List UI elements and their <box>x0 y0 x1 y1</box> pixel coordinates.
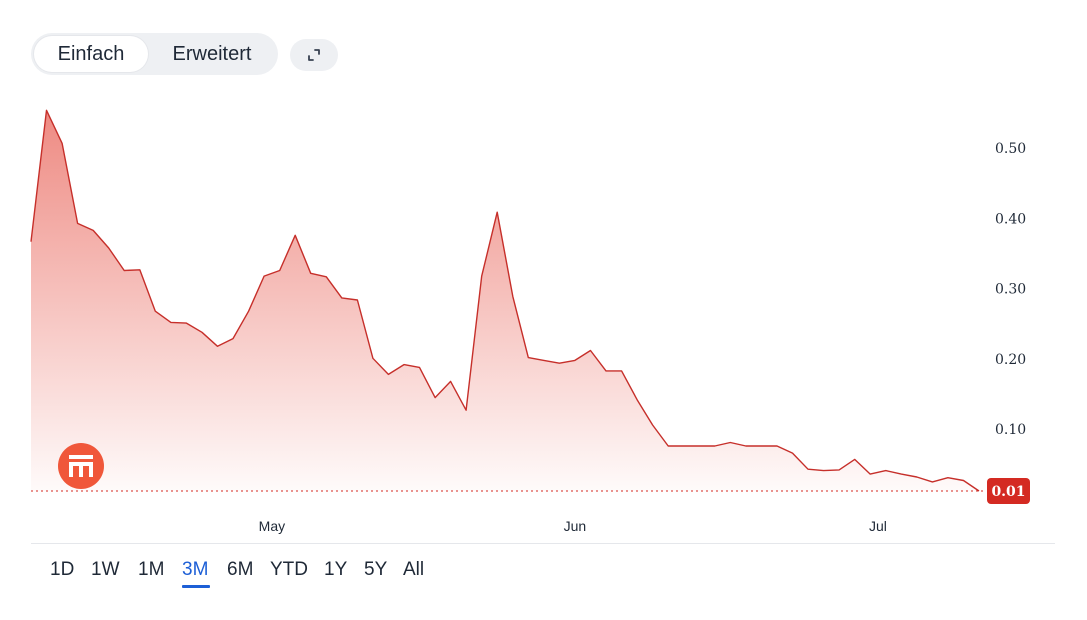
company-logo <box>58 443 104 489</box>
data-point <box>650 422 656 428</box>
data-point <box>945 475 951 481</box>
data-point <box>821 468 827 474</box>
data-point <box>665 443 671 449</box>
data-point <box>619 368 625 374</box>
x-tick-label: Jul <box>869 518 887 534</box>
data-point <box>727 440 733 446</box>
data-point <box>898 471 904 477</box>
data-point <box>121 268 127 274</box>
data-point <box>215 343 221 349</box>
data-point <box>588 348 594 354</box>
data-point <box>168 319 174 325</box>
data-point <box>463 407 469 413</box>
data-point <box>246 308 252 314</box>
data-point <box>494 209 500 215</box>
last-value-badge: 0.01 <box>987 478 1030 504</box>
data-point <box>852 456 858 462</box>
data-point <box>479 273 485 279</box>
data-point <box>603 368 609 374</box>
x-tick-label: Jun <box>564 518 587 534</box>
data-point <box>976 488 982 494</box>
price-chart[interactable]: 0.10 0.20 0.30 0.40 0.50 May Jun Jul 0.01 <box>0 0 1087 540</box>
range-all-button[interactable]: All <box>403 556 424 584</box>
data-point <box>961 478 967 484</box>
range-5y-button[interactable]: 5Y <box>364 556 387 584</box>
data-point <box>308 270 314 276</box>
range-1m-button[interactable]: 1M <box>138 556 164 584</box>
data-point <box>883 468 889 474</box>
data-point <box>774 443 780 449</box>
data-point <box>417 364 423 370</box>
bank-icon <box>69 455 93 477</box>
data-point <box>929 479 935 485</box>
data-point <box>137 267 143 273</box>
y-tick-label: 0.30 <box>995 282 1026 298</box>
data-point <box>59 140 65 146</box>
range-ytd-button[interactable]: YTD <box>270 556 308 584</box>
data-point <box>90 227 96 233</box>
data-point <box>432 395 438 401</box>
data-point <box>556 360 562 366</box>
range-1y-button[interactable]: 1Y <box>324 556 347 584</box>
data-point <box>354 297 360 303</box>
data-point <box>572 357 578 363</box>
data-point <box>183 320 189 326</box>
chart-card: Einfach Erweitert 0.10 0.20 0.30 0.40 0.50 M… <box>0 0 1087 620</box>
data-point <box>525 355 531 361</box>
range-3m-button[interactable]: 3M <box>182 556 208 584</box>
data-point <box>261 273 267 279</box>
x-tick-label: May <box>259 518 285 534</box>
range-1d-button[interactable]: 1D <box>50 556 74 584</box>
data-point <box>914 474 920 480</box>
range-6m-button[interactable]: 6M <box>227 556 253 584</box>
data-point <box>75 220 81 226</box>
data-point <box>230 336 236 342</box>
data-point <box>681 443 687 449</box>
y-tick-label: 0.40 <box>995 211 1026 227</box>
data-point <box>790 450 796 456</box>
data-point <box>448 378 454 384</box>
y-tick-label: 0.10 <box>995 422 1026 438</box>
data-point <box>541 357 547 363</box>
data-point <box>292 232 298 238</box>
y-tick-label: 0.20 <box>995 352 1026 368</box>
data-point <box>743 443 749 449</box>
data-point <box>339 295 345 301</box>
data-point <box>323 274 329 280</box>
active-range-indicator <box>182 585 210 588</box>
data-point <box>401 362 407 368</box>
data-point <box>385 371 391 377</box>
data-point <box>277 268 283 274</box>
last-value-label: 0.01 <box>991 484 1025 500</box>
data-point <box>634 397 640 403</box>
data-point <box>758 443 764 449</box>
data-point <box>199 329 205 335</box>
data-point <box>696 443 702 449</box>
divider <box>31 543 1055 544</box>
price-area <box>31 110 979 492</box>
data-point <box>836 467 842 473</box>
data-point <box>44 107 50 113</box>
data-point <box>106 245 112 251</box>
data-point <box>712 443 718 449</box>
range-1w-button[interactable]: 1W <box>91 556 120 584</box>
data-point <box>152 308 158 314</box>
data-point <box>370 355 376 361</box>
y-tick-label: 0.50 <box>995 141 1026 157</box>
data-point <box>805 466 811 472</box>
data-point <box>867 471 873 477</box>
data-point <box>510 293 516 299</box>
data-point <box>28 239 34 245</box>
